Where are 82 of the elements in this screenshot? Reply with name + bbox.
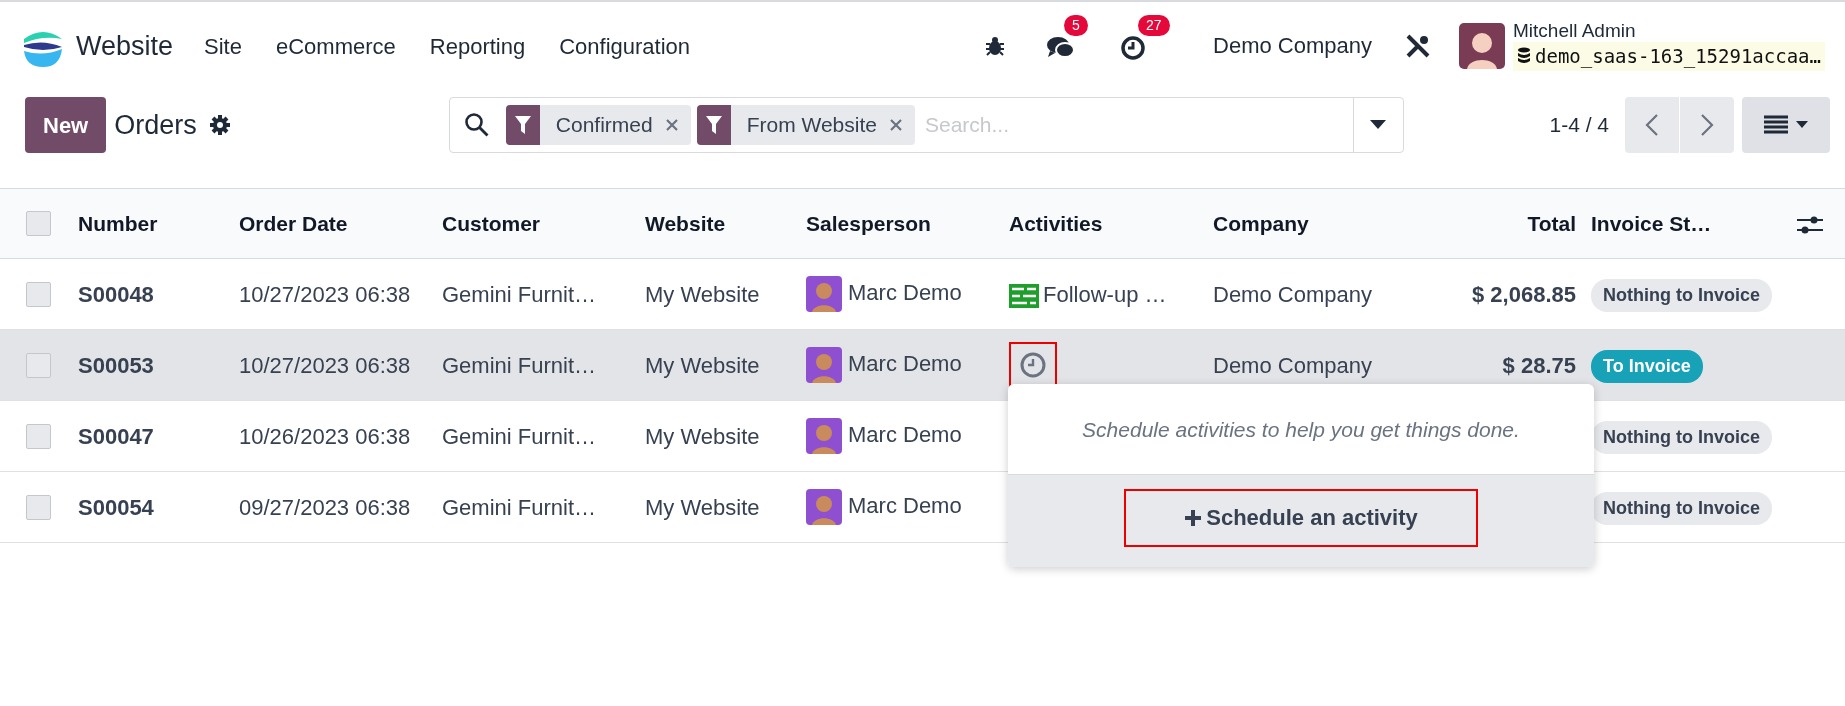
page-title: Orders [114, 108, 197, 142]
pager-value[interactable]: 1-4 / 4 [1549, 109, 1609, 141]
search-icon[interactable] [463, 112, 490, 138]
customer-name: Gemini Furnit… [442, 494, 597, 520]
row-checkbox[interactable] [26, 281, 51, 307]
invoice-status-badge: To Invoice [1591, 349, 1703, 383]
website-name: My Website [645, 352, 760, 378]
search-bar[interactable]: Confirmed From Website Search... [448, 97, 1404, 153]
select-all-checkbox[interactable] [26, 211, 51, 236]
order-date: 10/27/2023 06:38 [239, 281, 411, 307]
order-date: 10/26/2023 06:38 [239, 423, 411, 449]
new-button[interactable]: New [25, 97, 107, 153]
activity-summary[interactable]: Follow-up … [1043, 281, 1167, 307]
menu-item[interactable]: Reporting [412, 29, 543, 63]
order-number: S00048 [78, 281, 154, 307]
row-checkbox[interactable] [26, 494, 51, 520]
user-name[interactable]: Mitchell Admin [1513, 21, 1825, 43]
filter-icon [705, 116, 722, 134]
invoice-status-badge: Nothing to Invoice [1591, 420, 1772, 454]
order-total: $ 28.75 [1502, 352, 1576, 378]
order-date: 09/27/2023 06:38 [239, 494, 411, 520]
column-header[interactable]: Number [78, 211, 158, 235]
customer-name: Gemini Furnit… [442, 281, 597, 307]
order-number: S00054 [78, 494, 154, 520]
close-icon[interactable] [888, 118, 903, 132]
menu-item[interactable]: eCommerce [258, 29, 413, 63]
chevron-right-icon [1700, 113, 1714, 137]
view-switcher-button[interactable] [1742, 97, 1830, 153]
salesperson-avatar [806, 276, 842, 313]
column-header[interactable]: Order Date [239, 211, 348, 235]
order-date: 10/27/2023 06:38 [239, 352, 411, 378]
database-name: demo_saas-163_15291accaa… [1535, 44, 1821, 70]
schedule-activity-button[interactable]: Schedule an activity [1124, 488, 1478, 547]
user-avatar[interactable] [1459, 23, 1505, 69]
list-icon [1764, 115, 1788, 135]
salesperson-avatar [806, 347, 842, 384]
tools-icon[interactable] [1405, 33, 1431, 59]
company-name: Demo Company [1213, 281, 1372, 307]
row-checkbox[interactable] [26, 423, 51, 449]
column-header[interactable]: Total [1527, 211, 1576, 235]
column-header[interactable]: Activities [1009, 211, 1103, 235]
chevron-left-icon [1645, 113, 1659, 137]
filter-facet[interactable]: From Website [696, 105, 915, 145]
filter-icon [514, 116, 531, 134]
bug-icon[interactable] [984, 35, 1007, 57]
settings-icon[interactable] [208, 114, 231, 136]
menu-item[interactable]: Site [187, 29, 259, 63]
app-name[interactable]: Website [76, 25, 174, 67]
message-count: 5 [1064, 15, 1088, 36]
company-switcher[interactable]: Demo Company [1196, 29, 1389, 63]
order-number: S00053 [78, 352, 154, 378]
menu-item[interactable]: Configuration [542, 29, 708, 63]
website-name: My Website [645, 423, 760, 449]
customer-name: Gemini Furnit… [442, 352, 597, 378]
database-icon [1517, 47, 1531, 66]
activity-count: 27 [1138, 15, 1170, 36]
caret-icon [1796, 121, 1808, 129]
website-name: My Website [645, 281, 760, 307]
close-icon[interactable] [664, 118, 679, 132]
plus-icon [1184, 508, 1203, 527]
clock-icon[interactable] [1120, 34, 1147, 61]
row-checkbox[interactable] [26, 352, 51, 378]
column-header[interactable]: Company [1213, 211, 1309, 235]
company-name: Demo Company [1213, 352, 1372, 378]
column-header[interactable]: Website [645, 211, 726, 235]
salesperson-name: Marc Demo [848, 279, 962, 305]
popover-message: Schedule activities to help you get things done. [1008, 384, 1594, 475]
column-header[interactable]: Customer [442, 211, 541, 235]
salesperson-avatar [806, 489, 842, 526]
order-number: S00047 [78, 423, 154, 449]
salesperson-name: Marc Demo [848, 492, 962, 518]
salesperson-avatar [806, 418, 842, 455]
website-name: My Website [645, 494, 760, 520]
customer-name: Gemini Furnit… [442, 423, 597, 449]
activity-list-icon[interactable] [1009, 283, 1039, 308]
salesperson-name: Marc Demo [848, 350, 962, 376]
invoice-status-badge: Nothing to Invoice [1591, 278, 1772, 312]
salesperson-name: Marc Demo [848, 421, 962, 447]
order-total: $ 2,068.85 [1472, 281, 1576, 307]
filter-facet[interactable]: Confirmed [505, 105, 691, 145]
caret-icon [1370, 120, 1387, 130]
invoice-status-badge: Nothing to Invoice [1591, 491, 1772, 525]
